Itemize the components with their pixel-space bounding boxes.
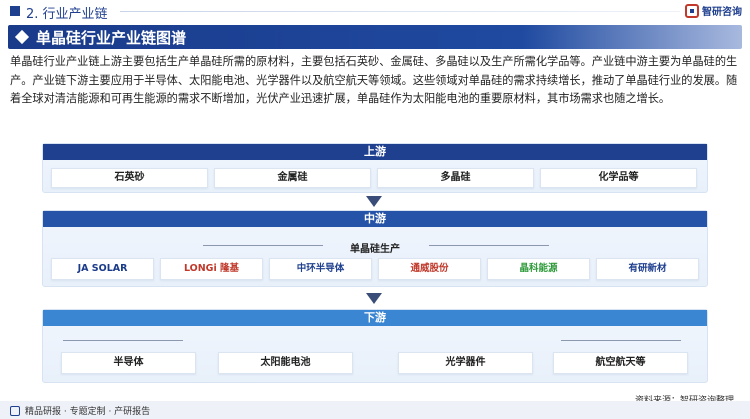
upstream-item: 多晶硅: [377, 168, 534, 188]
diamond-icon: [14, 29, 30, 45]
footer-left: 精品研报 · 专题定制 · 产研报告: [10, 404, 150, 417]
report-icon: [10, 405, 20, 416]
upstream-item: 金属硅: [214, 168, 371, 188]
brand-logo-icon: [685, 3, 699, 18]
company-logo-youyan: 有研新材: [596, 258, 699, 280]
midstream-panel: 中游 单晶硅生产 JA SOLAR LONGi 隆基 中环半导体 通威股份 晶科…: [42, 210, 708, 287]
midstream-subtitle: 单晶硅生产: [350, 244, 400, 255]
upstream-title: 上游: [43, 144, 707, 160]
section-marker-icon: [10, 6, 20, 16]
company-logo-longi: LONGi 隆基: [160, 258, 263, 280]
company-logo-jinko: 晶科能源: [487, 258, 590, 280]
upstream-panel: 上游 石英砂 金属硅 多晶硅 化学品等: [42, 143, 708, 193]
down-arrow-icon: [364, 293, 384, 305]
downstream-item: 航空航天等: [553, 352, 688, 374]
company-logo-zhonghuan: 中环半导体: [269, 258, 372, 280]
brand-logo: 智研咨询: [685, 3, 742, 18]
intro-paragraph: 单晶硅行业产业链上游主要包括生产单晶硅所需的原材料，主要包括石英砂、金属硅、多晶…: [10, 55, 738, 105]
divider-line: [63, 340, 183, 341]
downstream-panel: 下游 半导体 太阳能电池 光学器件 航空航天等: [42, 309, 708, 383]
page-banner: 单晶硅行业产业链图谱: [8, 25, 742, 49]
upstream-item: 石英砂: [51, 168, 208, 188]
divider-line: [429, 245, 549, 246]
upstream-item: 化学品等: [540, 168, 697, 188]
top-bar: 2. 行业产业链 智研咨询: [0, 0, 750, 22]
company-logo-jasolar: JA SOLAR: [51, 258, 154, 280]
brand-name: 智研咨询: [702, 7, 742, 18]
footer-tagline: 精品研报 · 专题定制 · 产研报告: [25, 407, 151, 417]
midstream-title: 中游: [43, 211, 707, 227]
header-divider: [120, 11, 680, 12]
footer-bar: 精品研报 · 专题定制 · 产研报告: [0, 401, 750, 419]
page-title: 单晶硅行业产业链图谱: [36, 29, 187, 47]
downstream-item: 光学器件: [398, 352, 533, 374]
downstream-title: 下游: [43, 310, 707, 326]
downstream-item: 半导体: [61, 352, 196, 374]
section-title: 2. 行业产业链: [26, 7, 108, 22]
company-logo-tongwei: 通威股份: [378, 258, 481, 280]
downstream-item: 太阳能电池: [218, 352, 353, 374]
divider-line: [561, 340, 681, 341]
down-arrow-icon: [364, 196, 384, 208]
